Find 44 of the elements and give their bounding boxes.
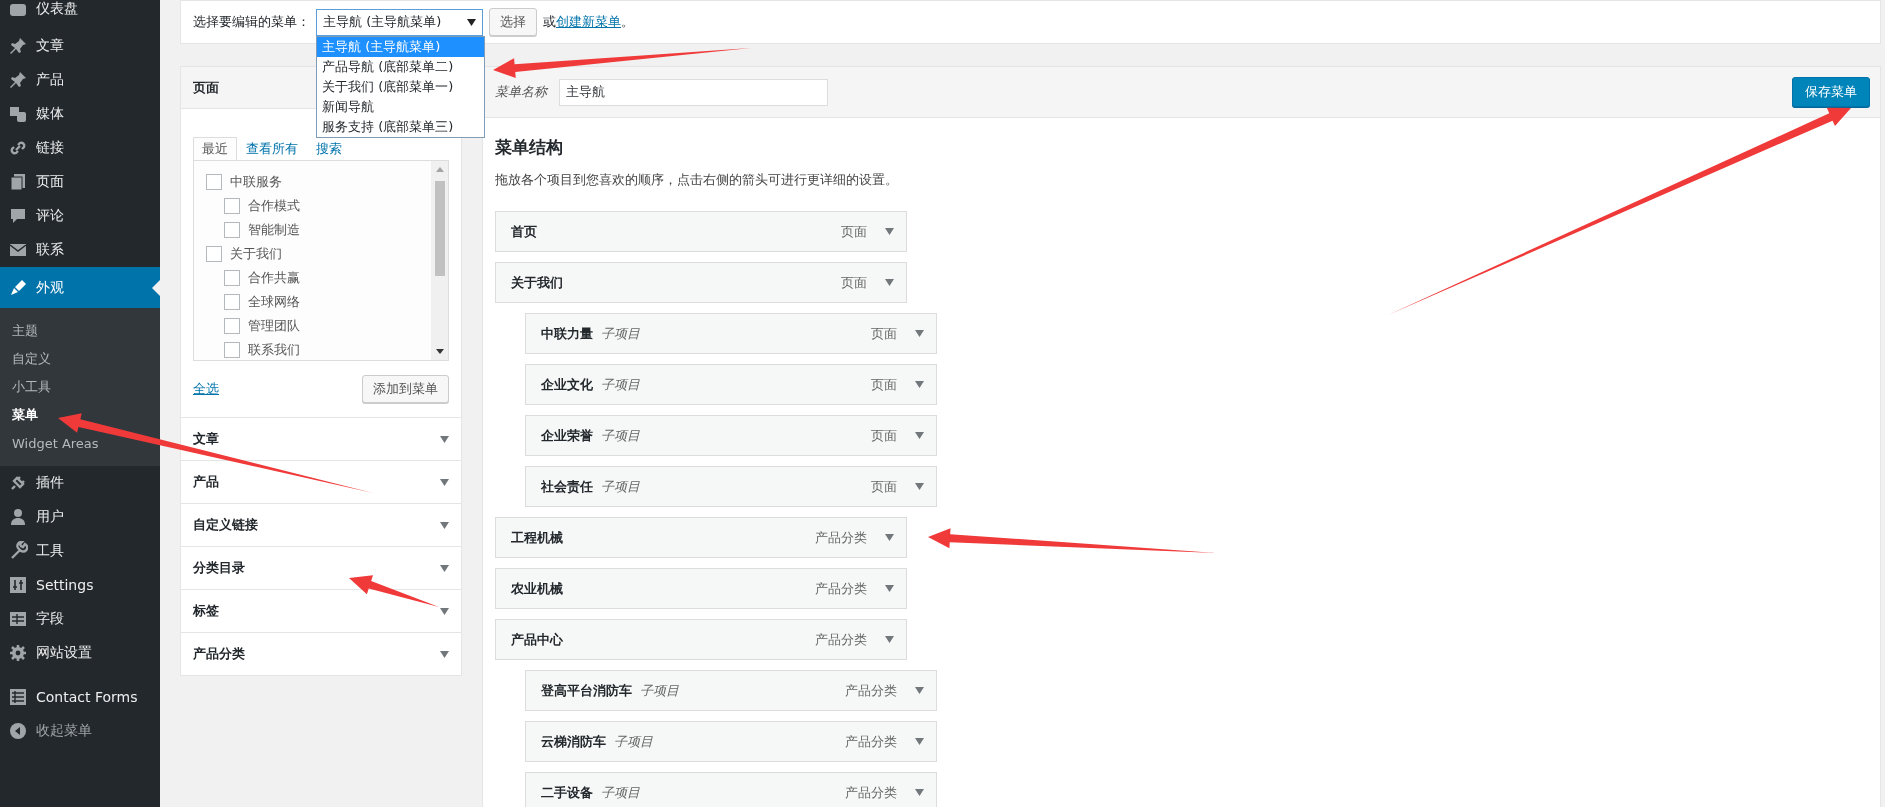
menu-item-title: 农业机械: [511, 579, 563, 598]
menu-name-label: 菜单名称: [495, 83, 547, 101]
menu-item-title: 产品中心: [511, 630, 563, 649]
menu-item-type: 页面: [871, 324, 897, 343]
menu-item-type: 页面: [841, 273, 867, 292]
sub-item-note: 子项目: [614, 732, 653, 751]
menu-item-title: 中联力量: [541, 324, 593, 343]
sub-item-note: 子项目: [601, 375, 640, 394]
menu-item-title: 二手设备: [541, 783, 593, 802]
menu-item-title: 社会责任: [541, 477, 593, 496]
menu-item-type: 产品分类: [845, 681, 897, 700]
menu-item-type: 页面: [841, 222, 867, 241]
page-label: 合作模式: [248, 197, 300, 215]
page-label: 中联服务: [230, 173, 282, 191]
sub-item-note: 子项目: [601, 426, 640, 445]
create-menu-text: 或创建新菜单。: [543, 13, 634, 31]
menu-item-title: 首页: [511, 222, 537, 241]
menu-item-title: 关于我们: [511, 273, 563, 292]
structure-hint: 拖放各个项目到您喜欢的顺序，点击右侧的箭头可进行更详细的设置。: [495, 171, 899, 189]
sub-item-note: 子项目: [601, 477, 640, 496]
menu-item-type: 页面: [871, 375, 897, 394]
menu-item-type: 产品分类: [815, 579, 867, 598]
sub-item-note: 子项目: [640, 681, 679, 700]
page-label: 合作共赢: [248, 269, 300, 287]
menu-item-title: 工程机械: [511, 528, 563, 547]
menu-item-type: 产品分类: [845, 732, 897, 751]
sub-item-note: 子项目: [601, 324, 640, 343]
sub-item-note: 子项目: [601, 783, 640, 802]
menu-item-title: 企业荣誉: [541, 426, 593, 445]
page-label: 全球网络: [248, 293, 300, 311]
menu-item-type: 产品分类: [815, 528, 867, 547]
select-label: 选择要编辑的菜单：: [193, 13, 310, 31]
menu-item-type: 产品分类: [815, 630, 867, 649]
section-title: 菜单结构: [495, 136, 564, 159]
menu-item-type: 页面: [871, 426, 897, 445]
menu-item-type: 页面: [871, 477, 897, 496]
menu-item-title: 云梯消防车: [541, 732, 606, 751]
page-label: 管理团队: [248, 317, 300, 335]
page-label: 关于我们: [230, 245, 282, 263]
page-label: 智能制造: [248, 221, 300, 239]
menu-item-title: 企业文化: [541, 375, 593, 394]
menu-item-type: 产品分类: [845, 783, 897, 802]
menu-item-title: 登高平台消防车: [541, 681, 632, 700]
page-label: 联系我们: [248, 341, 300, 359]
